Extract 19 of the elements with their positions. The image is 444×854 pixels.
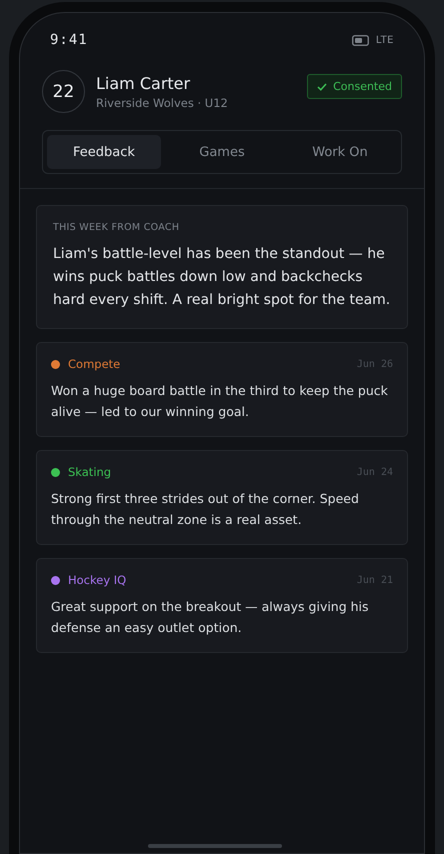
summary-heading: THIS WEEK FROM COACH <box>53 222 180 233</box>
consent-badge: Consented <box>307 74 402 99</box>
note-text: Great support on the breakout — always giving his defense an easy outlet option. <box>51 598 370 637</box>
battery-icon <box>352 34 369 46</box>
category-label: Compete <box>68 357 122 371</box>
jersey-number: 22 <box>42 70 85 113</box>
tab[interactable]: Feedback <box>47 135 161 169</box>
player-name: Liam Carter <box>96 74 192 92</box>
status-time: 9:41 <box>50 32 88 48</box>
network-label: LTE <box>376 34 394 46</box>
tab[interactable]: Games <box>165 135 279 169</box>
player-team: Riverside Wolves · U12 <box>96 96 229 110</box>
tab[interactable]: Work On <box>283 135 397 169</box>
note-text: Won a huge board battle in the third to keep the puck alive — led to our winning goal. <box>51 382 389 421</box>
check-icon <box>317 82 328 90</box>
note-text: Strong first three strides out of the corner. Speed through the neutral zone is a real asset. <box>51 490 360 529</box>
category-label: Hockey IQ <box>68 573 128 587</box>
summary-text: Liam's battle-level has been the standout — he wins puck battles down low and backchecks hard every shift. A real bright spot for the team. <box>53 245 391 310</box>
category-label: Skating <box>68 465 112 479</box>
